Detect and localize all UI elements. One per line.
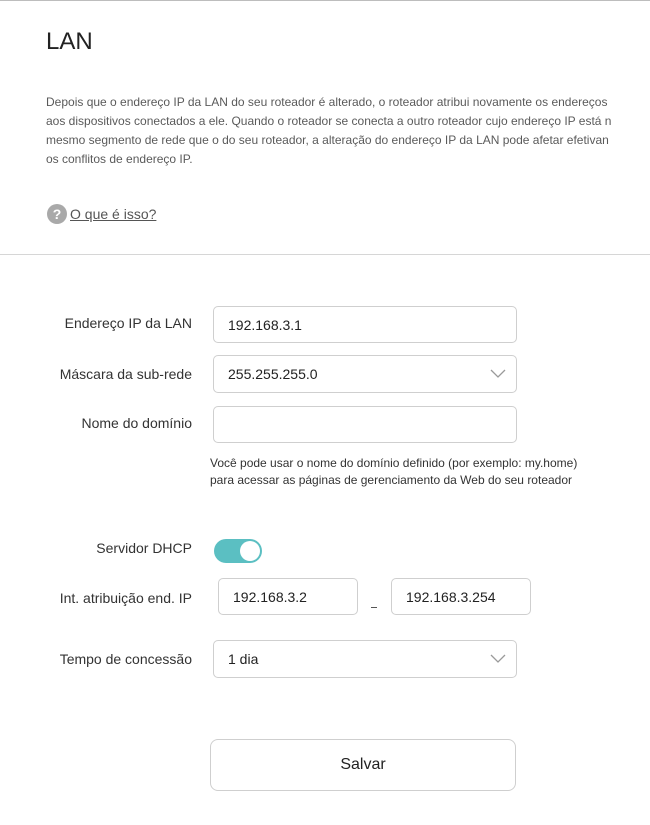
page-description: Depois que o endereço IP da LAN do seu r… — [46, 95, 612, 166]
question-circle-icon[interactable]: ? — [47, 204, 67, 224]
ip-range-start-input[interactable]: 192.168.3.2 — [218, 578, 358, 615]
help-row: ? O que é isso? — [47, 204, 156, 224]
ip-range-end-input[interactable]: 192.168.3.254 — [391, 578, 531, 615]
lease-time-value: 1 dia — [228, 651, 259, 667]
subnet-mask-select[interactable]: 255.255.255.0 — [213, 355, 517, 393]
chevron-down-icon — [490, 654, 506, 663]
section-divider — [0, 254, 650, 255]
dhcp-server-toggle[interactable] — [214, 539, 262, 563]
lan-ip-value: 192.168.3.1 — [228, 316, 302, 333]
lan-ip-input[interactable]: 192.168.3.1 — [213, 306, 517, 343]
dhcp-server-label: Servidor DHCP — [96, 540, 192, 556]
save-button[interactable]: Salvar — [210, 739, 516, 791]
toggle-knob — [240, 541, 260, 561]
domain-name-hint: Você pode usar o nome do domínio definid… — [210, 456, 578, 487]
domain-name-input[interactable] — [213, 406, 517, 443]
lease-time-label: Tempo de concessão — [59, 651, 192, 667]
help-link[interactable]: O que é isso? — [70, 206, 156, 222]
top-border — [0, 0, 650, 1]
ip-range-end-value: 192.168.3.254 — [406, 588, 496, 605]
subnet-mask-label: Máscara da sub-rede — [59, 366, 192, 382]
ip-range-start-value: 192.168.3.2 — [233, 588, 307, 605]
ip-range-label: Int. atribuição end. IP — [59, 590, 192, 606]
subnet-mask-value: 255.255.255.0 — [228, 366, 318, 382]
chevron-down-icon — [490, 369, 506, 378]
lan-ip-label: Endereço IP da LAN — [64, 315, 192, 331]
domain-name-label: Nome do domínio — [81, 415, 192, 431]
page-title: LAN — [46, 28, 93, 55]
lease-time-select[interactable]: 1 dia — [213, 640, 517, 678]
range-separator — [371, 607, 377, 608]
